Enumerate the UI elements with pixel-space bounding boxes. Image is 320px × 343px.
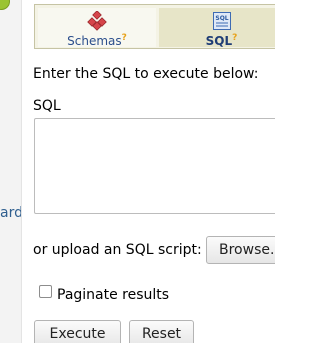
svg-text:SQL: SQL bbox=[215, 15, 228, 22]
paginate-label: Paginate results bbox=[57, 287, 170, 303]
tab-label-schemas: Schemas bbox=[67, 34, 122, 48]
upload-script-label: or upload an SQL script: bbox=[33, 242, 202, 258]
sql-textarea[interactable] bbox=[34, 118, 275, 214]
status-badge-icon bbox=[0, 0, 10, 10]
help-icon[interactable]: ? bbox=[232, 33, 237, 43]
paginate-checkbox[interactable] bbox=[39, 285, 52, 298]
browse-button[interactable]: Browse... bbox=[206, 236, 275, 264]
left-sidebar: ard bbox=[0, 0, 22, 343]
help-icon[interactable]: ? bbox=[122, 33, 127, 43]
schemas-icon bbox=[87, 10, 107, 35]
execute-button[interactable]: Execute bbox=[34, 320, 121, 343]
tab-bar: Schemas? SQL SQL? bbox=[34, 4, 275, 49]
tab-label-sql: SQL bbox=[205, 34, 233, 48]
paginate-option: Paginate results bbox=[39, 285, 169, 303]
sql-field-label: SQL bbox=[33, 98, 61, 114]
sidebar-link-clipped[interactable]: ard bbox=[0, 205, 21, 221]
sql-main-panel: Schemas? SQL SQL? Enter the SQL to execu… bbox=[22, 0, 275, 343]
sql-icon: SQL bbox=[212, 11, 232, 35]
tab-schemas[interactable]: Schemas? bbox=[38, 8, 156, 48]
tab-sql[interactable]: SQL SQL? bbox=[159, 8, 275, 48]
reset-button[interactable]: Reset bbox=[129, 320, 194, 343]
instruction-text: Enter the SQL to execute below: bbox=[33, 66, 259, 82]
